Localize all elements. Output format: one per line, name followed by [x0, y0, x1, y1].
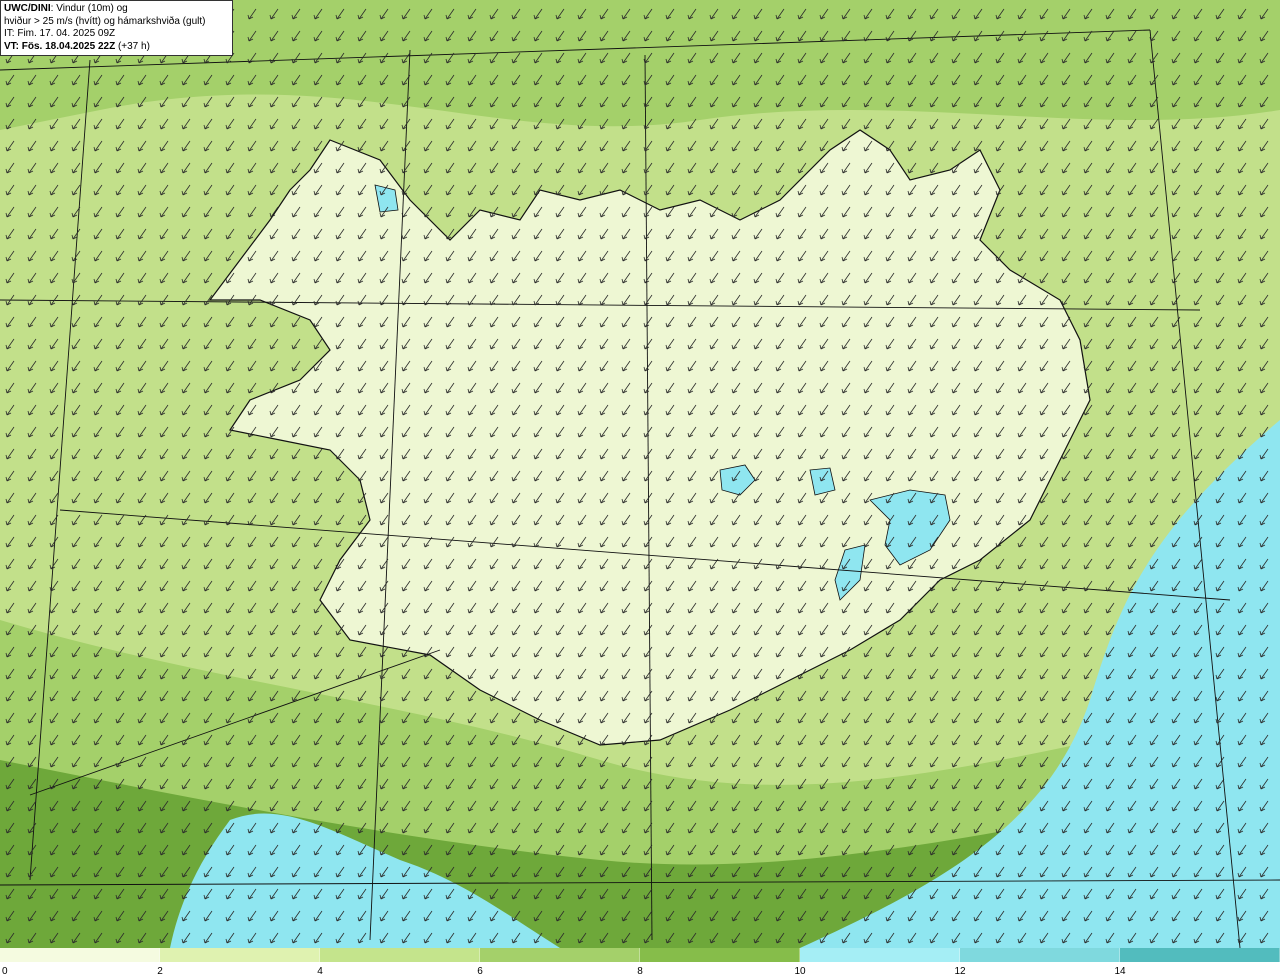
lead-time: (+37 h) — [117, 40, 150, 52]
legend-swatch — [960, 948, 1120, 962]
legend-tick-label: 12 — [954, 966, 966, 977]
legend-tick-label: 8 — [637, 966, 643, 977]
model-title: UWC/DINI — [4, 3, 51, 14]
legend-swatch — [320, 948, 480, 962]
issue-time: IT: Fim. 17. 04. 2025 09Z — [4, 28, 116, 40]
valid-time: VT: Fös. 18.04.2025 22Z — [4, 40, 116, 52]
legend-swatch — [1120, 948, 1280, 962]
legend-swatch — [0, 948, 160, 962]
legend-bar — [0, 948, 1280, 962]
legend-swatch — [640, 948, 800, 962]
subtitle-line: hviður > 25 m/s (hvítt) og hámarkshviða … — [4, 15, 206, 27]
legend-swatch — [480, 948, 640, 962]
map-info-box: UWC/DINI: Vindur (10m) og hviður > 25 m/… — [0, 0, 233, 56]
legend-tick-label: 10 — [794, 966, 806, 977]
legend-tick-label: 4 — [317, 966, 323, 977]
valid-time-line: VT: Fös. 18.04.2025 22Z (+37 h) — [4, 41, 229, 54]
forecast-map-view: UWC/DINI: Vindur (10m) og hviður > 25 m/… — [0, 0, 1280, 978]
legend-tick-label: 0 — [2, 966, 8, 977]
legend-swatch — [800, 948, 960, 962]
title-text: : Vindur (10m) og — [50, 3, 128, 14]
legend-tick-label: 14 — [1114, 966, 1126, 977]
title-line: UWC/DINI: Vindur (10m) og — [4, 3, 229, 16]
legend-swatch — [160, 948, 320, 962]
legend-tick-label: 6 — [477, 966, 483, 977]
wind-map — [0, 0, 1280, 948]
color-legend: 0 2 4 6 8 10 12 14 — [0, 948, 1280, 978]
legend-tick-label: 2 — [157, 966, 163, 977]
